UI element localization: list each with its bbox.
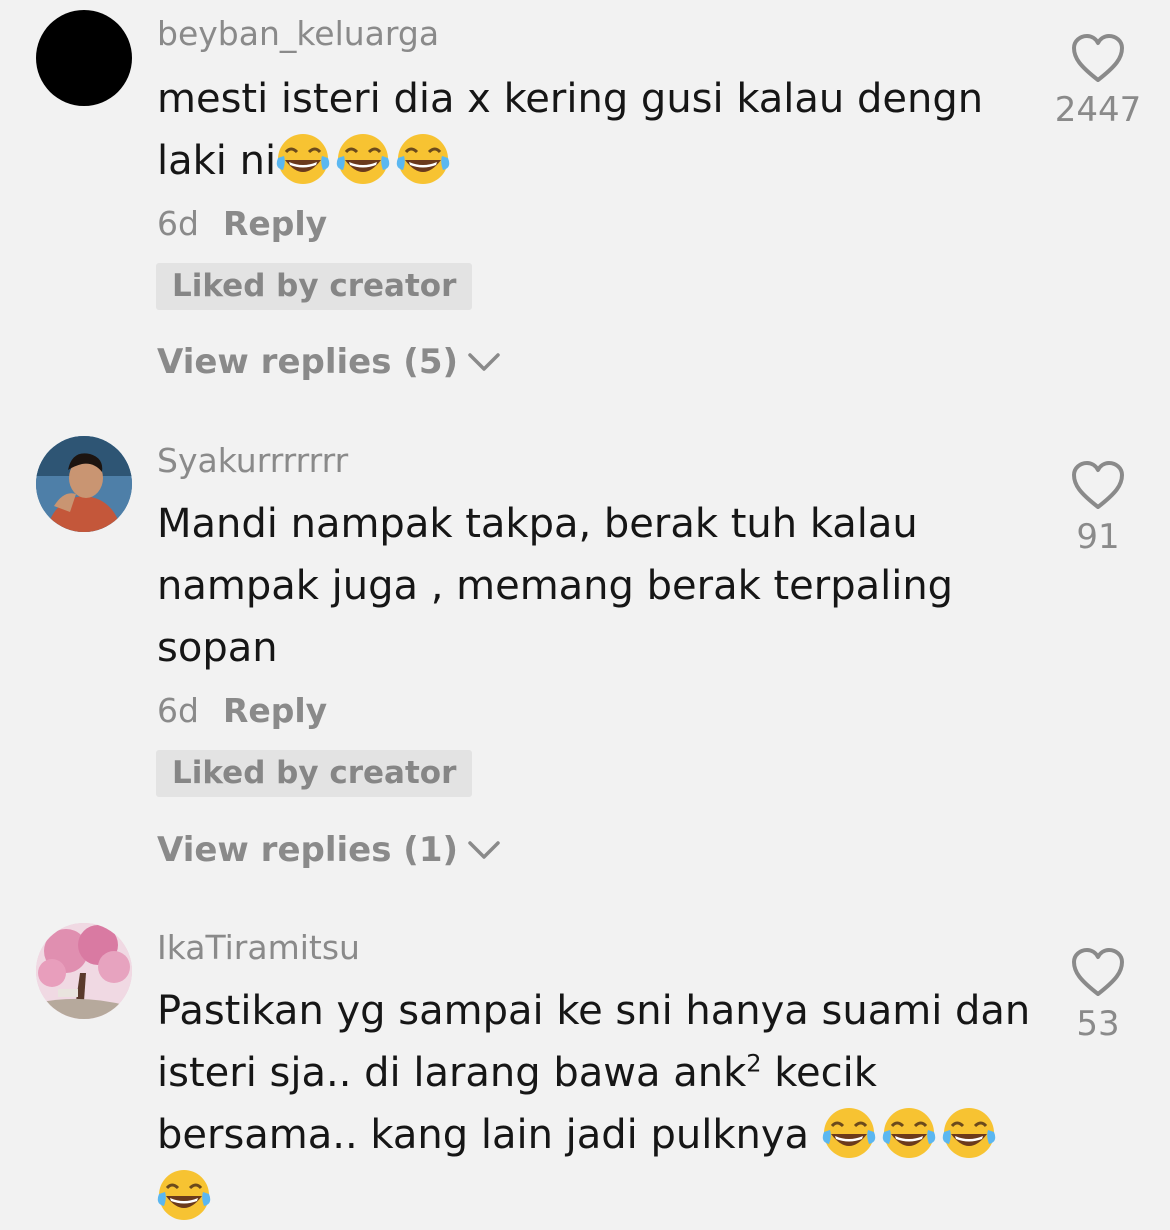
comment-text-line: Mandi nampak takpa, berak tuh kalau	[157, 501, 918, 547]
reply-button[interactable]: Reply	[223, 691, 327, 730]
comment-text-segment: laki ni	[157, 138, 277, 184]
view-replies-label: View replies (5)	[157, 342, 459, 382]
laughing-tears-emoji-icon	[276, 132, 331, 186]
like-count: 91	[1076, 517, 1120, 557]
comment-text-line: bersama.. kang lain jadi pulknya	[157, 1104, 1037, 1166]
like-column: 53	[1040, 946, 1156, 1044]
comment-username[interactable]: beyban_keluarga	[157, 14, 439, 53]
reply-button[interactable]: Reply	[223, 204, 327, 243]
laughing-tears-emoji-icon	[821, 1106, 876, 1160]
laughing-tears-emoji-icon	[336, 132, 391, 186]
comment-text: Pastikan yg sampai ke sni hanya suami da…	[157, 980, 1037, 1228]
chevron-down-icon	[468, 353, 500, 371]
comment-text-segment: bersama.. kang lain jadi pulknya	[157, 1112, 822, 1158]
comment-text: mesti isteri dia x kering gusi kalau den…	[157, 68, 1037, 192]
avatar[interactable]	[36, 436, 132, 532]
comment-meta: 6d Reply	[157, 204, 327, 243]
comment-text-line: mesti isteri dia x kering gusi kalau den…	[157, 76, 984, 122]
laughing-tears-emoji-icon	[157, 1168, 211, 1222]
liked-by-creator-badge: Liked by creator	[156, 750, 473, 797]
comment-text-line: isteri sja.. di larang bawa ank2 kecik	[157, 1042, 1037, 1104]
comment-text-line: Pastikan yg sampai ke sni hanya suami da…	[157, 988, 1031, 1034]
superscript: 2	[746, 1049, 762, 1078]
comment-text-line: sopan	[157, 625, 278, 671]
heart-icon[interactable]	[1070, 946, 1126, 998]
like-column: 91	[1040, 459, 1156, 557]
comment-time: 6d	[157, 691, 199, 730]
like-count: 2447	[1054, 90, 1142, 130]
like-count: 53	[1076, 1004, 1120, 1044]
comment-username[interactable]: Syakurrrrrrr	[157, 441, 348, 480]
comment-username[interactable]: IkaTiramitsu	[157, 928, 360, 967]
laughing-tears-emoji-icon	[941, 1106, 996, 1160]
comment-text-line: laki ni	[157, 130, 1037, 192]
cherry-blossom-photo-icon	[36, 923, 132, 1019]
comment-text-line: nampak juga , memang berak terpaling	[157, 563, 954, 609]
laughing-tears-emoji-icon	[396, 132, 451, 186]
heart-icon[interactable]	[1070, 459, 1126, 511]
comment-text-segment: isteri sja.. di larang bawa ank	[157, 1050, 747, 1096]
laughing-tears-emoji-icon	[881, 1106, 936, 1160]
user-photo-icon	[36, 436, 132, 532]
comment-time: 6d	[157, 204, 199, 243]
comment-text: Mandi nampak takpa, berak tuh kalau namp…	[157, 493, 1037, 679]
comment-meta: 6d Reply	[157, 691, 327, 730]
heart-icon[interactable]	[1070, 32, 1126, 84]
view-replies-button[interactable]: View replies (5)	[157, 342, 502, 382]
chevron-down-icon	[468, 841, 500, 859]
liked-by-creator-badge: Liked by creator	[156, 263, 473, 310]
avatar[interactable]	[36, 923, 132, 1019]
comment-text-segment: kecik	[761, 1050, 877, 1096]
view-replies-label: View replies (1)	[157, 830, 459, 870]
avatar[interactable]	[36, 10, 132, 106]
like-column: 2447	[1040, 32, 1156, 130]
comment-text-line	[157, 1166, 1037, 1228]
view-replies-button[interactable]: View replies (1)	[157, 830, 502, 870]
